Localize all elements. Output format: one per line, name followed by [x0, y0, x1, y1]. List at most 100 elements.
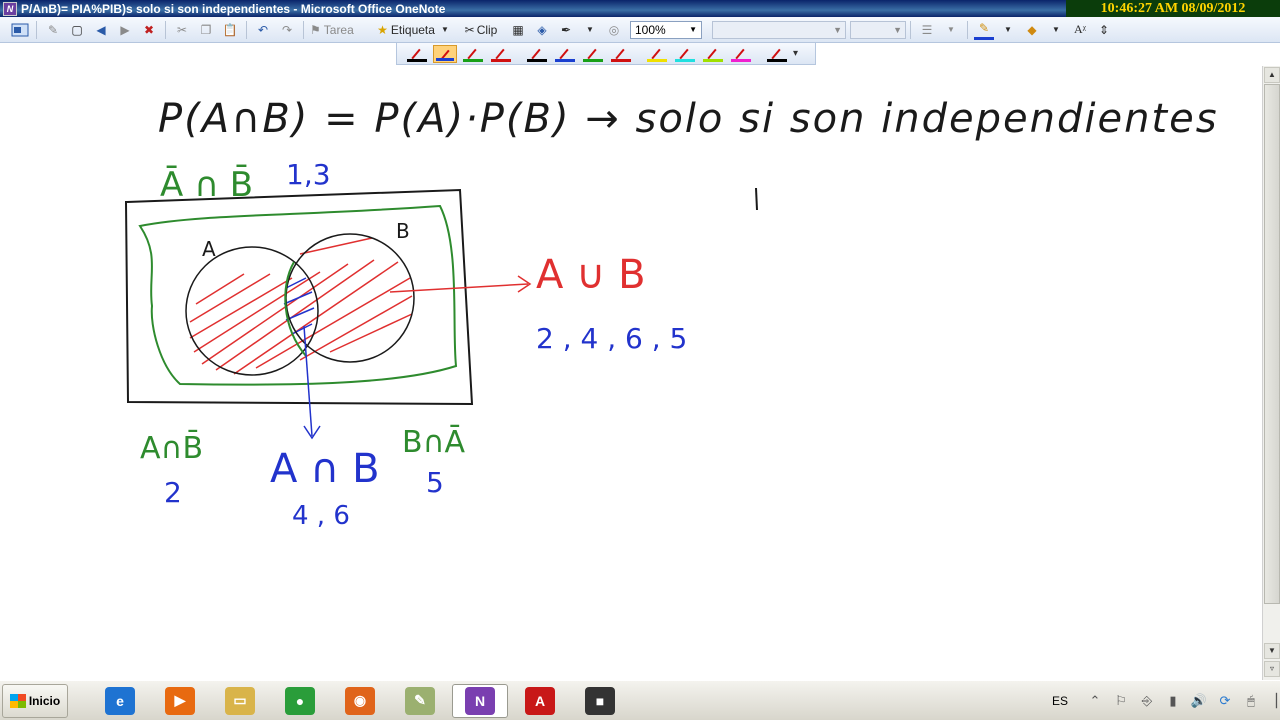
pen-option-icon[interactable] — [765, 45, 789, 63]
standard-toolbar: ✎ ▢ ◀ ▶ ✖ ✂ ❐ 📋 ↶ ↷ ⚑ Tarea ★ Etiqueta ▼… — [0, 17, 1280, 43]
note-page-canvas[interactable]: P(A∩B) = P(A)·P(B) → solo si son indepen… — [0, 66, 1262, 680]
handwriting-layer: P(A∩B) = P(A)·P(B) → solo si son indepen… — [124, 96, 1219, 531]
pen-option-icon[interactable] — [553, 45, 577, 63]
pen-option-icon[interactable] — [609, 45, 633, 63]
clip-button[interactable]: ✂ Clip — [458, 20, 504, 40]
cut-icon[interactable]: ✂ — [172, 20, 192, 40]
set-a-label: A — [202, 237, 216, 261]
research-icon[interactable]: ◎ — [604, 20, 624, 40]
intersection-values: 4 , 6 — [292, 501, 350, 531]
new-page-icon[interactable]: ▢ — [67, 20, 87, 40]
table-icon[interactable]: ▦ — [508, 20, 528, 40]
pen-option-icon[interactable] — [489, 45, 513, 63]
pen-stroke — [679, 48, 689, 59]
edit-icon[interactable]: ✎ — [43, 20, 63, 40]
chevron-down-icon[interactable]: ▼ — [1046, 20, 1066, 40]
chevron-down-icon[interactable]: ▼ — [580, 20, 600, 40]
more-pens-icon[interactable]: ▾ — [793, 48, 798, 59]
taskbar-app-acrobat[interactable]: A — [512, 684, 568, 718]
scroll-down-icon[interactable]: ▼ — [1264, 643, 1280, 659]
toolbar-divider — [246, 20, 247, 39]
zoom-select[interactable]: 100% ▼ — [630, 20, 702, 39]
sync-icon[interactable]: ⟳ — [1215, 693, 1235, 709]
add-space-icon[interactable]: ▿ — [1264, 661, 1280, 677]
tarea-button[interactable]: ⚑ Tarea — [310, 20, 368, 40]
flag-icon[interactable]: ⚐ — [1111, 693, 1131, 709]
union-arrow — [389, 283, 529, 293]
text-size-icon[interactable]: Aᵡ — [1070, 20, 1090, 40]
pen-option-icon[interactable] — [405, 45, 429, 63]
bullets-icon[interactable]: ☰ — [917, 20, 937, 40]
copy-icon[interactable]: ❐ — [196, 20, 216, 40]
pen-option-icon[interactable] — [701, 45, 725, 63]
delete-page-icon[interactable]: ✖ — [139, 20, 159, 40]
etiqueta-button[interactable]: ★ Etiqueta ▼ — [372, 20, 454, 40]
pen-color-swatch — [647, 58, 667, 62]
b-not-a-value: 5 — [426, 466, 444, 499]
b-not-a-label: B∩Ā — [402, 424, 466, 460]
usb-device-icon[interactable]: ⎆ — [1137, 693, 1157, 709]
redo-icon[interactable]: ↷ — [277, 20, 297, 40]
complement-values: 1,3 — [286, 158, 331, 191]
chrome-icon: ● — [285, 686, 315, 715]
volume-icon[interactable]: 🔊 — [1189, 693, 1209, 709]
pen-stroke — [587, 48, 597, 59]
chevron-down-icon: ▼ — [893, 24, 902, 35]
taskbar-app-onenote[interactable]: N — [452, 683, 508, 718]
tarea-label: Tarea — [323, 22, 354, 37]
taskbar-app-chrome[interactable]: ● — [272, 684, 328, 718]
language-indicator[interactable]: ES — [1052, 694, 1068, 708]
pen-option-icon[interactable] — [461, 45, 485, 63]
taskbar-app-file-explorer[interactable]: ▭ — [212, 684, 268, 718]
forward-icon[interactable]: ▶ — [115, 20, 135, 40]
acrobat-icon: A — [525, 686, 555, 715]
set-b-label: B — [396, 219, 410, 243]
scroll-thumb[interactable] — [1264, 84, 1280, 604]
pen-stroke — [651, 48, 661, 59]
chevron-down-icon[interactable]: ▼ — [998, 20, 1018, 40]
pen-mode-icon[interactable]: ✒ — [556, 20, 576, 40]
taskbar-app-media-player[interactable]: ▶ — [152, 684, 208, 718]
taskbar-app-internet-explorer[interactable]: e — [92, 684, 148, 718]
pen-color-swatch — [583, 58, 603, 62]
font-size-select[interactable]: ▼ — [850, 20, 906, 39]
pen-option-icon[interactable] — [433, 44, 457, 63]
pen-color-swatch — [407, 58, 427, 62]
pen-option-icon[interactable] — [645, 45, 669, 63]
font-name-select[interactable]: ▼ — [712, 20, 846, 39]
insert-space-icon[interactable]: ⇕ — [1094, 20, 1114, 40]
pen-option-icon[interactable] — [581, 45, 605, 63]
insert-file-icon[interactable]: ◈ — [532, 20, 552, 40]
chevron-down-icon: ▼ — [689, 25, 697, 34]
back-icon[interactable]: ◀ — [91, 20, 111, 40]
internet-explorer-icon: e — [105, 686, 135, 715]
pen-stroke — [467, 48, 477, 59]
pen-color-swatch — [767, 58, 787, 62]
onenote-app-icon[interactable]: N — [3, 1, 17, 16]
start-button[interactable]: Inicio — [2, 683, 68, 718]
union-values: 2 , 4 , 6 , 5 — [536, 322, 687, 355]
pen-option-icon[interactable] — [729, 45, 753, 63]
vertical-scrollbar[interactable]: ▲ ▼ ▿ — [1262, 66, 1280, 680]
pen-color-icon[interactable]: ✎ — [974, 20, 994, 40]
chevron-down-icon[interactable]: ▼ — [941, 20, 961, 40]
formula-text: P(A∩B) = P(A)·P(B) → solo si son indepen… — [158, 96, 1219, 142]
network-icon[interactable]: ▮ — [1163, 693, 1183, 709]
taskbar-app-notes[interactable]: ✎ — [392, 684, 448, 718]
eraser-icon[interactable]: ◆ — [1022, 20, 1042, 40]
toolbar-divider — [967, 20, 968, 39]
pen-color-swatch — [731, 58, 751, 62]
taskbar-app-video-recorder[interactable]: ■ — [572, 684, 628, 718]
pen-option-icon[interactable] — [673, 45, 697, 63]
undo-icon[interactable]: ↶ — [253, 20, 273, 40]
paste-icon[interactable]: 📋 — [220, 20, 240, 40]
scroll-up-icon[interactable]: ▲ — [1264, 67, 1280, 83]
full-page-view-icon[interactable] — [10, 20, 30, 40]
show-desktop-icon[interactable]: ▕ — [1267, 693, 1277, 709]
taskbar-apps: e ▶ ▭ ● ◉ ✎ N A ■ — [88, 683, 628, 718]
show-hidden-icons-icon[interactable]: ⌃ — [1085, 693, 1105, 709]
windows-logo-icon — [9, 693, 26, 708]
pen-option-icon[interactable] — [525, 45, 549, 63]
taskbar-app-firefox[interactable]: ◉ — [332, 684, 388, 718]
mouse-icon[interactable]: 🖱 — [1241, 693, 1261, 709]
